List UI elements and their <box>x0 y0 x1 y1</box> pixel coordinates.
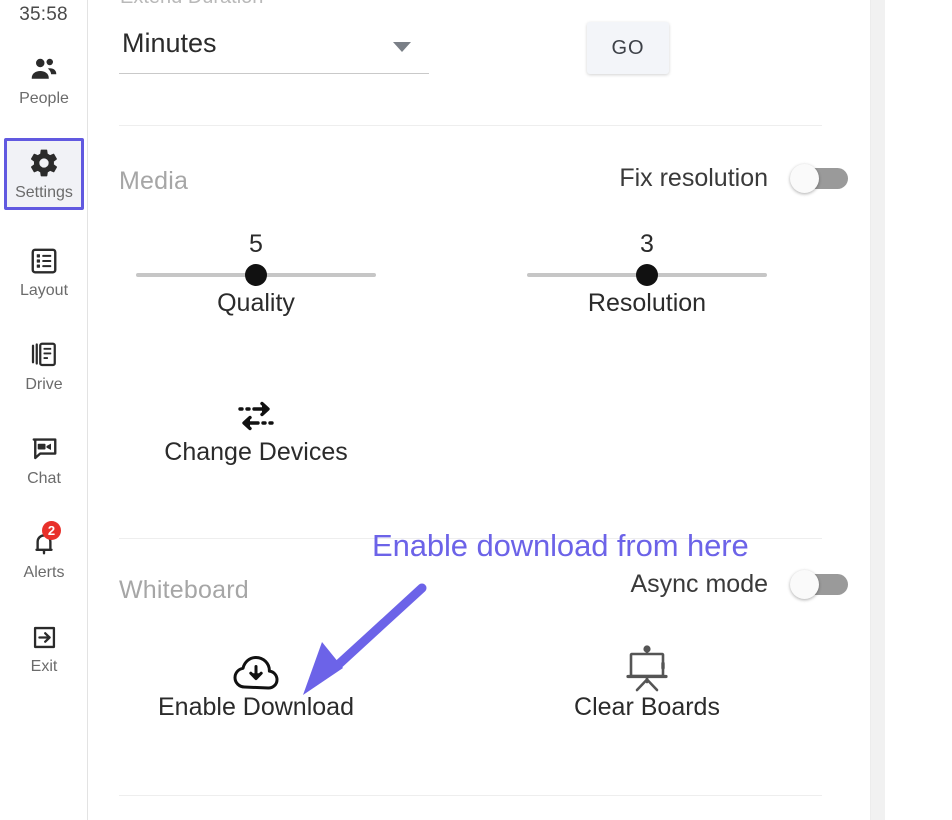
right-empty-area <box>885 0 952 820</box>
sidebar-item-layout[interactable]: Layout <box>4 236 84 308</box>
annotation-text: Enable download from here <box>372 528 749 563</box>
cloud-download-icon <box>131 645 381 693</box>
toggle-knob <box>790 164 819 193</box>
quality-slider[interactable] <box>136 264 376 286</box>
bell-icon: 2 <box>29 521 61 559</box>
divider-bottom <box>119 795 822 796</box>
sidebar-item-label-people: People <box>19 90 69 107</box>
quality-value: 5 <box>249 230 263 258</box>
panel-scroll-gutter[interactable] <box>871 0 885 820</box>
sidebar-item-label-chat: Chat <box>27 470 61 487</box>
change-devices-label: Change Devices <box>164 438 348 466</box>
quality-slider-thumb[interactable] <box>245 264 267 286</box>
extend-duration-section-label: Extend Duration <box>120 0 263 9</box>
gear-icon <box>28 147 60 179</box>
sidebar-item-label-layout: Layout <box>19 282 69 299</box>
async-mode-label: Async mode <box>630 570 768 598</box>
fix-resolution-toggle[interactable] <box>790 164 848 193</box>
divider-extend-media <box>119 125 822 126</box>
people-icon <box>27 53 61 85</box>
fix-resolution-label: Fix resolution <box>619 164 768 192</box>
sidebar-item-chat[interactable]: Chat <box>4 424 84 496</box>
alerts-badge: 2 <box>42 521 61 540</box>
sidebar-item-label-settings: Settings <box>15 184 73 201</box>
quality-label: Quality <box>217 289 295 317</box>
sidebar-item-exit[interactable]: Exit <box>4 612 84 684</box>
sidebar-item-settings[interactable]: Settings <box>4 138 84 210</box>
resolution-slider-thumb[interactable] <box>636 264 658 286</box>
sidebar-item-people[interactable]: People <box>4 44 84 116</box>
async-mode-toggle[interactable] <box>790 570 848 599</box>
async-mode-row: Async mode <box>630 570 848 599</box>
fix-resolution-row: Fix resolution <box>619 164 848 193</box>
media-section-label: Media <box>119 167 189 195</box>
resolution-slider-group: 3 Resolution <box>527 231 767 318</box>
resolution-slider[interactable] <box>527 264 767 286</box>
settings-panel-screen: 35:58 People Settings Layout Drive Chat … <box>0 0 952 820</box>
swap-arrows-icon <box>131 390 381 438</box>
chat-icon <box>29 433 60 465</box>
clear-boards-label: Clear Boards <box>574 693 720 721</box>
sidebar-item-label-drive: Drive <box>25 376 63 393</box>
duration-unit-select[interactable]: Minutes <box>119 22 429 74</box>
clear-boards-button[interactable]: Clear Boards <box>522 645 772 722</box>
sidebar-item-label-alerts: Alerts <box>23 564 65 581</box>
chevron-down-icon <box>393 42 411 52</box>
go-button[interactable]: GO <box>587 22 669 74</box>
change-devices-button[interactable]: Change Devices <box>131 390 381 467</box>
session-timer: 35:58 <box>19 4 68 25</box>
sidebar-item-label-exit: Exit <box>30 658 58 675</box>
toggle-knob <box>790 570 819 599</box>
whiteboard-section-label: Whiteboard <box>119 576 249 604</box>
drive-icon <box>29 339 59 371</box>
duration-unit-value: Minutes <box>122 28 217 58</box>
resolution-value: 3 <box>640 230 654 258</box>
settings-content-panel: Extend Duration Minutes GO Media Fix res… <box>88 0 871 820</box>
quality-slider-group: 5 Quality <box>136 231 376 318</box>
exit-icon <box>30 621 59 653</box>
sidebar-item-alerts[interactable]: 2 Alerts <box>4 518 84 590</box>
layout-icon <box>29 245 59 277</box>
enable-download-button[interactable]: Enable Download <box>131 645 381 722</box>
enable-download-label: Enable Download <box>158 693 354 721</box>
resolution-label: Resolution <box>587 289 707 317</box>
left-sidebar: 35:58 People Settings Layout Drive Chat … <box>0 0 88 820</box>
easel-icon <box>522 645 772 693</box>
sidebar-item-drive[interactable]: Drive <box>4 330 84 402</box>
